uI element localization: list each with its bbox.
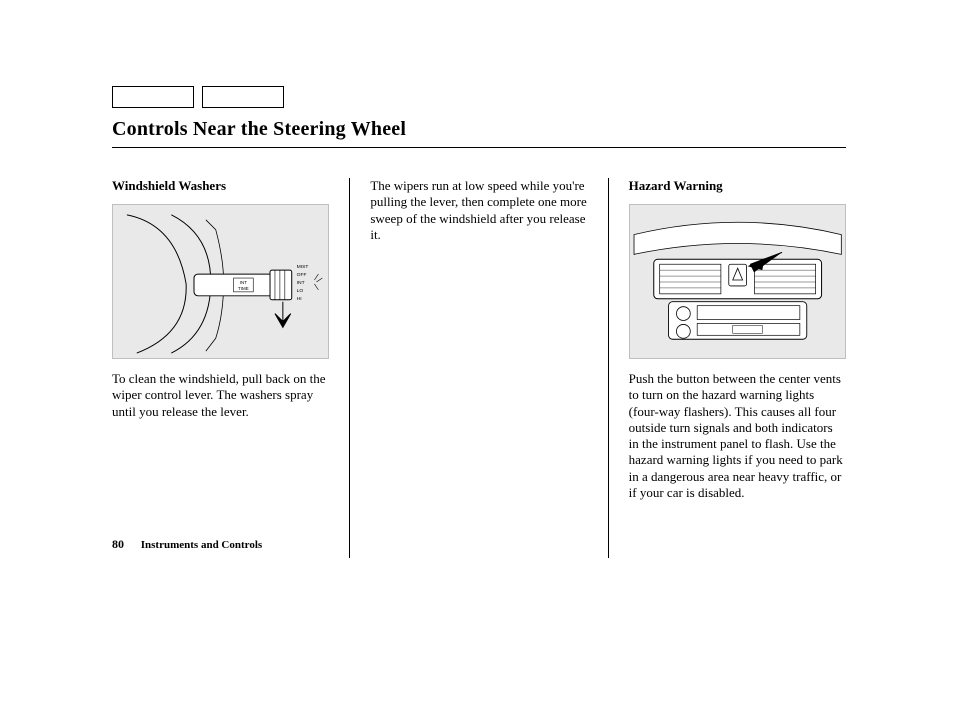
column-2: The wipers run at low speed while you're…	[349, 178, 607, 558]
hazard-warning-paragraph: Push the button between the center vents…	[629, 371, 846, 501]
header-box-1	[112, 86, 194, 108]
page-title: Controls Near the Steering Wheel	[112, 118, 846, 148]
label-int: INT	[297, 280, 305, 286]
wiper-lever-diagram: INT TIME MIST OFF INT LO HI	[113, 205, 328, 358]
label-hi: HI	[297, 296, 302, 302]
header-reference-boxes	[112, 86, 846, 108]
page-footer: 80 Instruments and Controls	[112, 537, 262, 552]
label-lo: LO	[297, 288, 304, 294]
column-1: Windshield Washers INT TIME	[112, 178, 349, 558]
wiper-speed-paragraph: The wipers run at low speed while you're…	[370, 178, 587, 243]
label-int-time-2: TIME	[238, 286, 249, 291]
label-int-time-1: INT	[240, 280, 247, 285]
header-box-2	[202, 86, 284, 108]
content-columns: Windshield Washers INT TIME	[112, 178, 846, 558]
windshield-washers-illustration: INT TIME MIST OFF INT LO HI	[112, 204, 329, 359]
hazard-warning-illustration	[629, 204, 846, 359]
column-3: Hazard Warning	[608, 178, 846, 558]
label-off: OFF	[297, 272, 307, 278]
page-number: 80	[112, 537, 124, 551]
manual-page: Controls Near the Steering Wheel Windshi…	[0, 0, 954, 710]
windshield-washers-heading: Windshield Washers	[112, 178, 329, 194]
hazard-warning-heading: Hazard Warning	[629, 178, 846, 194]
windshield-washers-paragraph: To clean the windshield, pull back on th…	[112, 371, 329, 420]
label-mist: MIST	[297, 264, 309, 270]
dashboard-diagram	[630, 205, 845, 358]
footer-section-title: Instruments and Controls	[141, 539, 262, 551]
